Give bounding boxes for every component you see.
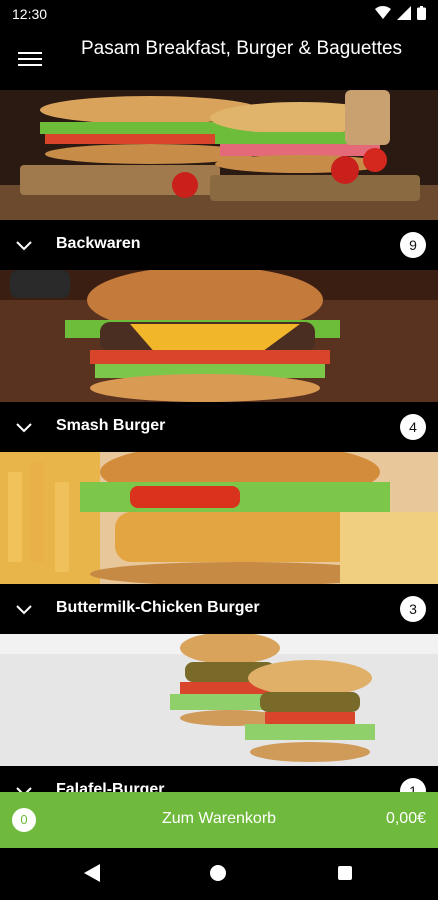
category-backwaren[interactable]: Backwaren 9 — [0, 90, 438, 270]
chevron-down-icon — [16, 423, 32, 433]
status-bar: 12:30 — [0, 0, 438, 28]
menu-icon[interactable] — [18, 48, 42, 68]
page-title: Pasam Breakfast, Burger & Baguettes — [81, 38, 403, 59]
category-bar: Smash Burger 4 — [0, 402, 438, 452]
system-nav-bar — [0, 848, 438, 900]
category-count-badge: 4 — [400, 414, 426, 440]
category-count-badge: 9 — [400, 232, 426, 258]
wifi-icon — [375, 6, 391, 19]
signal-icon — [397, 6, 411, 20]
category-bar: Buttermilk-Chicken Burger 3 — [0, 584, 438, 634]
app-bar: Pasam Breakfast, Burger & Baguettes — [0, 28, 438, 90]
back-icon[interactable] — [84, 864, 100, 882]
chevron-down-icon — [16, 605, 32, 615]
category-buttermilk-chicken-burger[interactable]: Buttermilk-Chicken Burger 3 — [0, 452, 438, 634]
category-image-backwaren — [0, 90, 438, 220]
category-image-buttermilk-chicken-burger — [0, 452, 438, 584]
category-label: Smash Burger — [56, 417, 166, 434]
category-smash-burger[interactable]: Smash Burger 4 — [0, 270, 438, 452]
status-time: 12:30 — [12, 6, 48, 22]
category-image-smash-burger — [0, 270, 438, 402]
home-icon[interactable] — [210, 865, 226, 881]
category-label: Backwaren — [56, 235, 141, 252]
category-count-badge: 3 — [400, 596, 426, 622]
recent-apps-icon[interactable] — [338, 866, 352, 880]
battery-icon — [417, 6, 426, 20]
category-falafel-burger[interactable]: Falafel-Burger 1 — [0, 634, 438, 816]
category-image-falafel-burger — [0, 634, 438, 766]
status-icons — [375, 6, 426, 20]
cart-button[interactable]: 0 Zum Warenkorb 0,00€ — [0, 792, 438, 848]
cart-label: Zum Warenkorb — [161, 810, 277, 827]
cart-total: 0,00€ — [385, 810, 426, 827]
chevron-down-icon — [16, 241, 32, 251]
category-label: Buttermilk-Chicken Burger — [56, 599, 260, 616]
category-bar: Backwaren 9 — [0, 220, 438, 270]
